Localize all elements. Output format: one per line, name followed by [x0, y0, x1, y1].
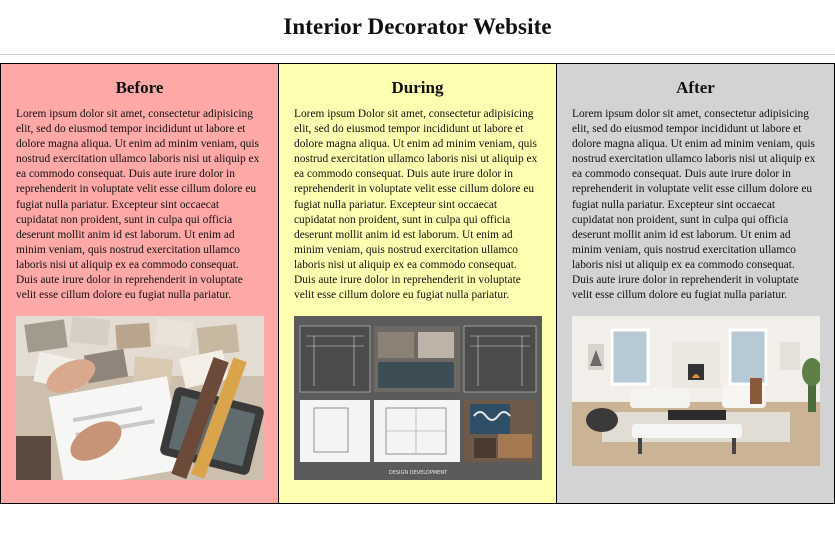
- design-board-photo: DESIGN DEVELOPMENT: [294, 316, 542, 481]
- page-header: Interior Decorator Website: [0, 0, 835, 55]
- material-swatches-photo: [16, 316, 264, 481]
- column-before: Before Lorem ipsum dolor sit amet, conse…: [1, 64, 279, 503]
- before-during-after-columns: Before Lorem ipsum dolor sit amet, conse…: [0, 63, 835, 504]
- column-text-before: Lorem ipsum dolor sit amet, consectetur …: [16, 108, 260, 302]
- column-heading-before: Before: [115, 78, 164, 97]
- page-title: Interior Decorator Website: [283, 14, 552, 39]
- design-board-caption: DESIGN DEVELOPMENT: [389, 470, 448, 476]
- column-text-during: Lorem ipsum Dolor sit amet, consectetur …: [294, 108, 538, 302]
- column-heading-after: After: [676, 78, 715, 97]
- column-text-after: Lorem ipsum dolor sit amet, consectetur …: [572, 108, 816, 302]
- finished-living-room-photo: [572, 316, 820, 467]
- column-after: After Lorem ipsum dolor sit amet, consec…: [557, 64, 834, 503]
- column-during: During Lorem ipsum Dolor sit amet, conse…: [279, 64, 557, 503]
- column-heading-during: During: [391, 78, 444, 97]
